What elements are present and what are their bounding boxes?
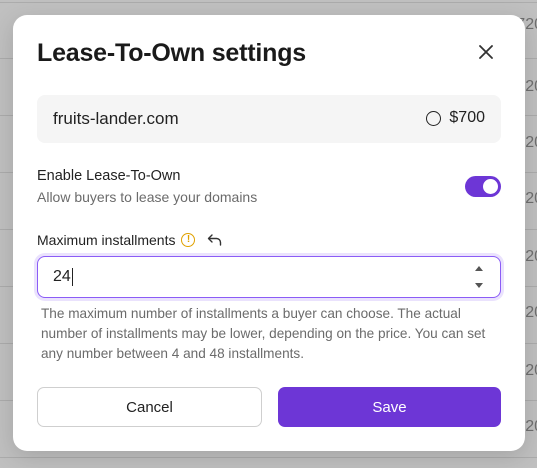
lease-toggle-label: Enable Lease-To-Own [37, 168, 181, 184]
stepper-up-icon[interactable] [475, 266, 483, 271]
undo-icon[interactable] [207, 234, 222, 246]
lease-to-own-toggle[interactable] [465, 176, 501, 197]
warning-icon[interactable]: ! [181, 233, 196, 247]
installments-help-text: The maximum number of installments a buy… [41, 306, 486, 361]
close-button[interactable] [475, 41, 497, 63]
stepper-down-icon[interactable] [475, 283, 483, 288]
domain-name: fruits-lander.com [53, 109, 179, 128]
toggle-knob [483, 179, 498, 194]
save-button[interactable]: Save [278, 387, 501, 427]
installments-stepper[interactable] [474, 266, 484, 288]
installments-label-row: Maximum installments ! [37, 232, 222, 248]
domain-price: $700 [426, 109, 485, 127]
cancel-button[interactable]: Cancel [37, 387, 262, 427]
domain-card: fruits-lander.com $700 [37, 95, 501, 143]
installments-label: Maximum installments [37, 232, 176, 248]
domain-price-value: $700 [449, 109, 485, 126]
modal-title: Lease-To-Own settings [37, 39, 306, 67]
installments-value: 24 [53, 268, 73, 286]
lease-toggle-description: Allow buyers to lease your domains [37, 189, 258, 205]
radio-circle-icon [426, 110, 442, 126]
max-installments-input[interactable]: 24 [37, 256, 501, 298]
close-icon [479, 45, 493, 59]
lease-to-own-modal: Lease-To-Own settings fruits-lander.com … [13, 15, 525, 451]
